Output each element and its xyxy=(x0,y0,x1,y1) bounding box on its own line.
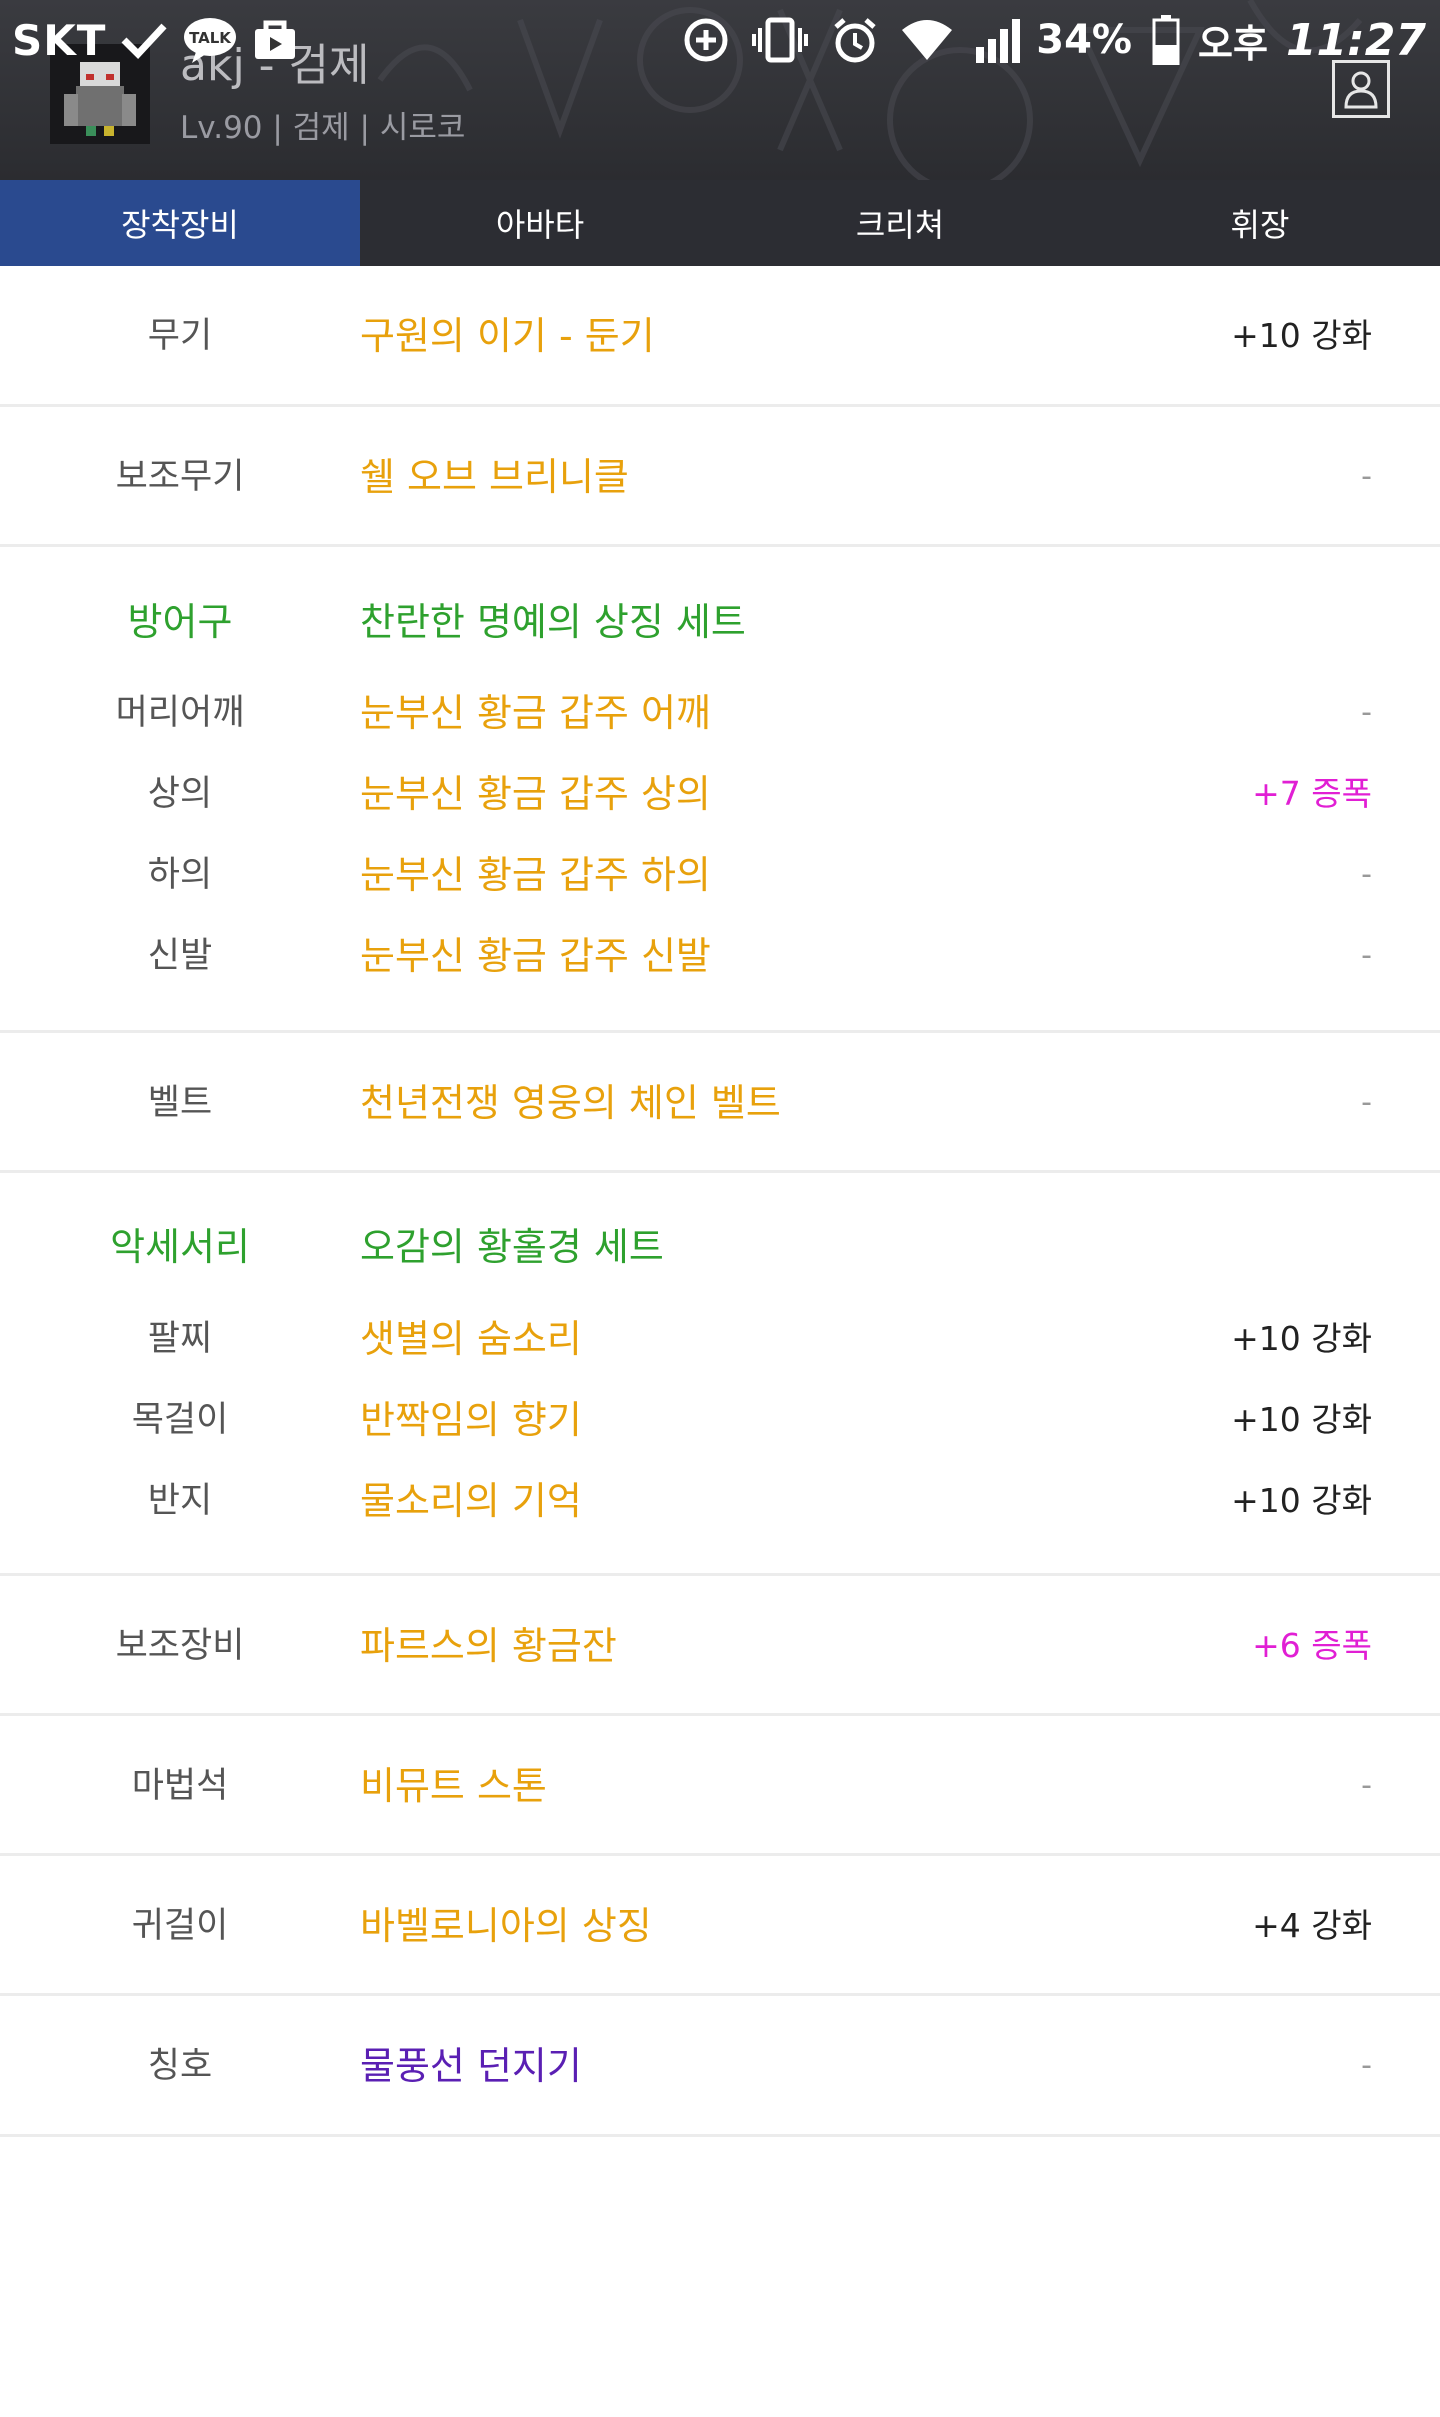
slot-label: 칭호 xyxy=(147,2046,213,2086)
item-name: 눈부신 황금 갑주 어깨 xyxy=(360,691,711,735)
set-category-label: 방어구 xyxy=(127,600,233,644)
character-info: Lv.90 | 검제 | 시로코 xyxy=(180,110,466,146)
weapon-section: 무기 구원의 이기 - 둔기 +10 강화 xyxy=(0,266,1440,407)
am-pm-label: 오후 xyxy=(1198,21,1268,66)
equipment-row[interactable]: 목걸이 반짝임의 향기 +10 강화 xyxy=(0,1390,1440,1450)
equipment-row[interactable]: 벨트 천년전쟁 영웅의 체인 벨트 - xyxy=(0,1073,1440,1133)
equipment-row[interactable]: 상의 눈부신 황금 갑주 상의 +7 증폭 xyxy=(0,764,1440,824)
support-section: 보조장비 파르스의 황금잔 +6 증폭 xyxy=(0,1576,1440,1716)
enhance-value: +10 강화 xyxy=(1231,1319,1372,1358)
equipment-row[interactable]: 보조무기 쉘 오브 브리니클 - xyxy=(0,447,1440,507)
tab-bar: 장착장비 아바타 크리쳐 휘장 xyxy=(0,180,1440,266)
item-name: 물소리의 기억 xyxy=(360,1479,582,1523)
equipment-row[interactable]: 귀걸이 바벨로니아의 상징 +4 강화 xyxy=(0,1896,1440,1956)
item-name: 쉘 오브 브리니클 xyxy=(360,455,629,499)
item-name: 물풍선 던지기 xyxy=(360,2044,582,2088)
equipment-row[interactable]: 팔찌 샛별의 숨소리 +10 강화 xyxy=(0,1309,1440,1369)
amplify-value: +7 증폭 xyxy=(1252,774,1372,813)
enhance-value: - xyxy=(1361,938,1372,973)
equipment-row[interactable]: 신발 눈부신 황금 갑주 신발 - xyxy=(0,926,1440,986)
enhance-value: - xyxy=(1361,2048,1372,2083)
set-header-row: 방어구 찬란한 명예의 상징 세트 xyxy=(0,592,1440,652)
battery-icon xyxy=(1152,15,1180,65)
enhance-value: +10 강화 xyxy=(1231,1400,1372,1439)
slot-label: 벨트 xyxy=(147,1083,213,1123)
enhance-value: - xyxy=(1361,1085,1372,1120)
tab-avatar[interactable]: 아바타 xyxy=(360,180,720,266)
item-name: 비뮤트 스톤 xyxy=(360,1764,547,1808)
slot-label: 무기 xyxy=(147,316,213,356)
signal-icon xyxy=(974,17,1022,63)
enhance-value: +4 강화 xyxy=(1252,1906,1372,1945)
amplify-value: +6 증폭 xyxy=(1252,1626,1372,1665)
carrier-label: SKT xyxy=(12,15,107,65)
enhance-value: - xyxy=(1361,695,1372,730)
check-icon xyxy=(120,20,168,60)
alarm-icon xyxy=(830,15,880,65)
accessory-section: 악세서리 오감의 황홀경 세트 팔찌 샛별의 숨소리 +10 강화 목걸이 반짝… xyxy=(0,1173,1440,1576)
equipment-row[interactable]: 마법석 비뮤트 스톤 - xyxy=(0,1756,1440,1816)
armor-section: 방어구 찬란한 명예의 상징 세트 머리어깨 눈부신 황금 갑주 어깨 - 상의… xyxy=(0,547,1440,1033)
slot-label: 신발 xyxy=(147,936,213,976)
belt-section: 벨트 천년전쟁 영웅의 체인 벨트 - xyxy=(0,1033,1440,1173)
enhance-value: +10 강화 xyxy=(1231,1481,1372,1520)
slot-label: 보조장비 xyxy=(115,1626,245,1666)
item-name: 구원의 이기 - 둔기 xyxy=(360,314,655,358)
clock: 11:27 xyxy=(1285,14,1426,66)
equipment-row[interactable]: 하의 눈부신 황금 갑주 하의 - xyxy=(0,845,1440,905)
slot-label: 하의 xyxy=(147,855,213,895)
enhance-value: - xyxy=(1361,1768,1372,1803)
item-name: 눈부신 황금 갑주 하의 xyxy=(360,853,711,897)
slot-label: 목걸이 xyxy=(131,1400,229,1440)
item-name: 반짝임의 향기 xyxy=(360,1398,582,1442)
slot-label: 보조무기 xyxy=(115,457,245,497)
bag-icon xyxy=(252,17,298,63)
item-name: 샛별의 숨소리 xyxy=(360,1317,582,1361)
magic-stone-section: 마법석 비뮤트 스톤 - xyxy=(0,1716,1440,1856)
equipment-row[interactable]: 머리어깨 눈부신 황금 갑주 어깨 - xyxy=(0,683,1440,743)
enhance-value: - xyxy=(1361,459,1372,494)
slot-label: 머리어깨 xyxy=(115,693,245,733)
equipment-row[interactable]: 칭호 물풍선 던지기 - xyxy=(0,2036,1440,2096)
slot-label: 귀걸이 xyxy=(131,1906,229,1946)
enhance-value: - xyxy=(1361,857,1372,892)
talk-icon: TALK xyxy=(182,16,238,64)
item-name: 천년전쟁 영웅의 체인 벨트 xyxy=(360,1081,781,1125)
status-bar: SKT TALK 34% 오후 11:27 xyxy=(0,0,1440,80)
svg-text:TALK: TALK xyxy=(190,29,233,47)
set-name: 찬란한 명예의 상징 세트 xyxy=(360,600,746,644)
earring-section: 귀걸이 바벨로니아의 상징 +4 강화 xyxy=(0,1856,1440,1996)
battery-percent: 34% xyxy=(1036,17,1133,63)
slot-label: 마법석 xyxy=(131,1766,229,1806)
tab-creature[interactable]: 크리쳐 xyxy=(720,180,1080,266)
item-name: 눈부신 황금 갑주 상의 xyxy=(360,772,711,816)
slot-label: 상의 xyxy=(147,774,213,814)
item-name: 눈부신 황금 갑주 신발 xyxy=(360,934,711,978)
data-saver-icon xyxy=(682,16,730,64)
tab-equipment[interactable]: 장착장비 xyxy=(0,180,360,266)
app-header: SKT TALK 34% 오후 11:27 akj - 검제 Lv.90 | 검… xyxy=(0,0,1440,180)
title-section: 칭호 물풍선 던지기 - xyxy=(0,1996,1440,2137)
slot-label: 반지 xyxy=(147,1481,213,1521)
slot-label: 팔찌 xyxy=(147,1319,213,1359)
equipment-list: 무기 구원의 이기 - 둔기 +10 강화 보조무기 쉘 오브 브리니클 - 방… xyxy=(0,266,1440,2137)
sub-weapon-section: 보조무기 쉘 오브 브리니클 - xyxy=(0,407,1440,547)
equipment-row[interactable]: 반지 물소리의 기억 +10 강화 xyxy=(0,1471,1440,1531)
set-name: 오감의 황홀경 세트 xyxy=(360,1225,664,1269)
set-header-row: 악세서리 오감의 황홀경 세트 xyxy=(0,1217,1440,1277)
wifi-icon xyxy=(900,18,954,62)
set-category-label: 악세서리 xyxy=(110,1225,250,1269)
item-name: 바벨로니아의 상징 xyxy=(360,1904,652,1948)
item-name: 파르스의 황금잔 xyxy=(360,1624,617,1668)
enhance-value: +10 강화 xyxy=(1231,316,1372,355)
equipment-row[interactable]: 보조장비 파르스의 황금잔 +6 증폭 xyxy=(0,1616,1440,1676)
tab-insignia[interactable]: 휘장 xyxy=(1080,180,1440,266)
equipment-row[interactable]: 무기 구원의 이기 - 둔기 +10 강화 xyxy=(0,306,1440,366)
vibrate-icon xyxy=(750,16,810,64)
